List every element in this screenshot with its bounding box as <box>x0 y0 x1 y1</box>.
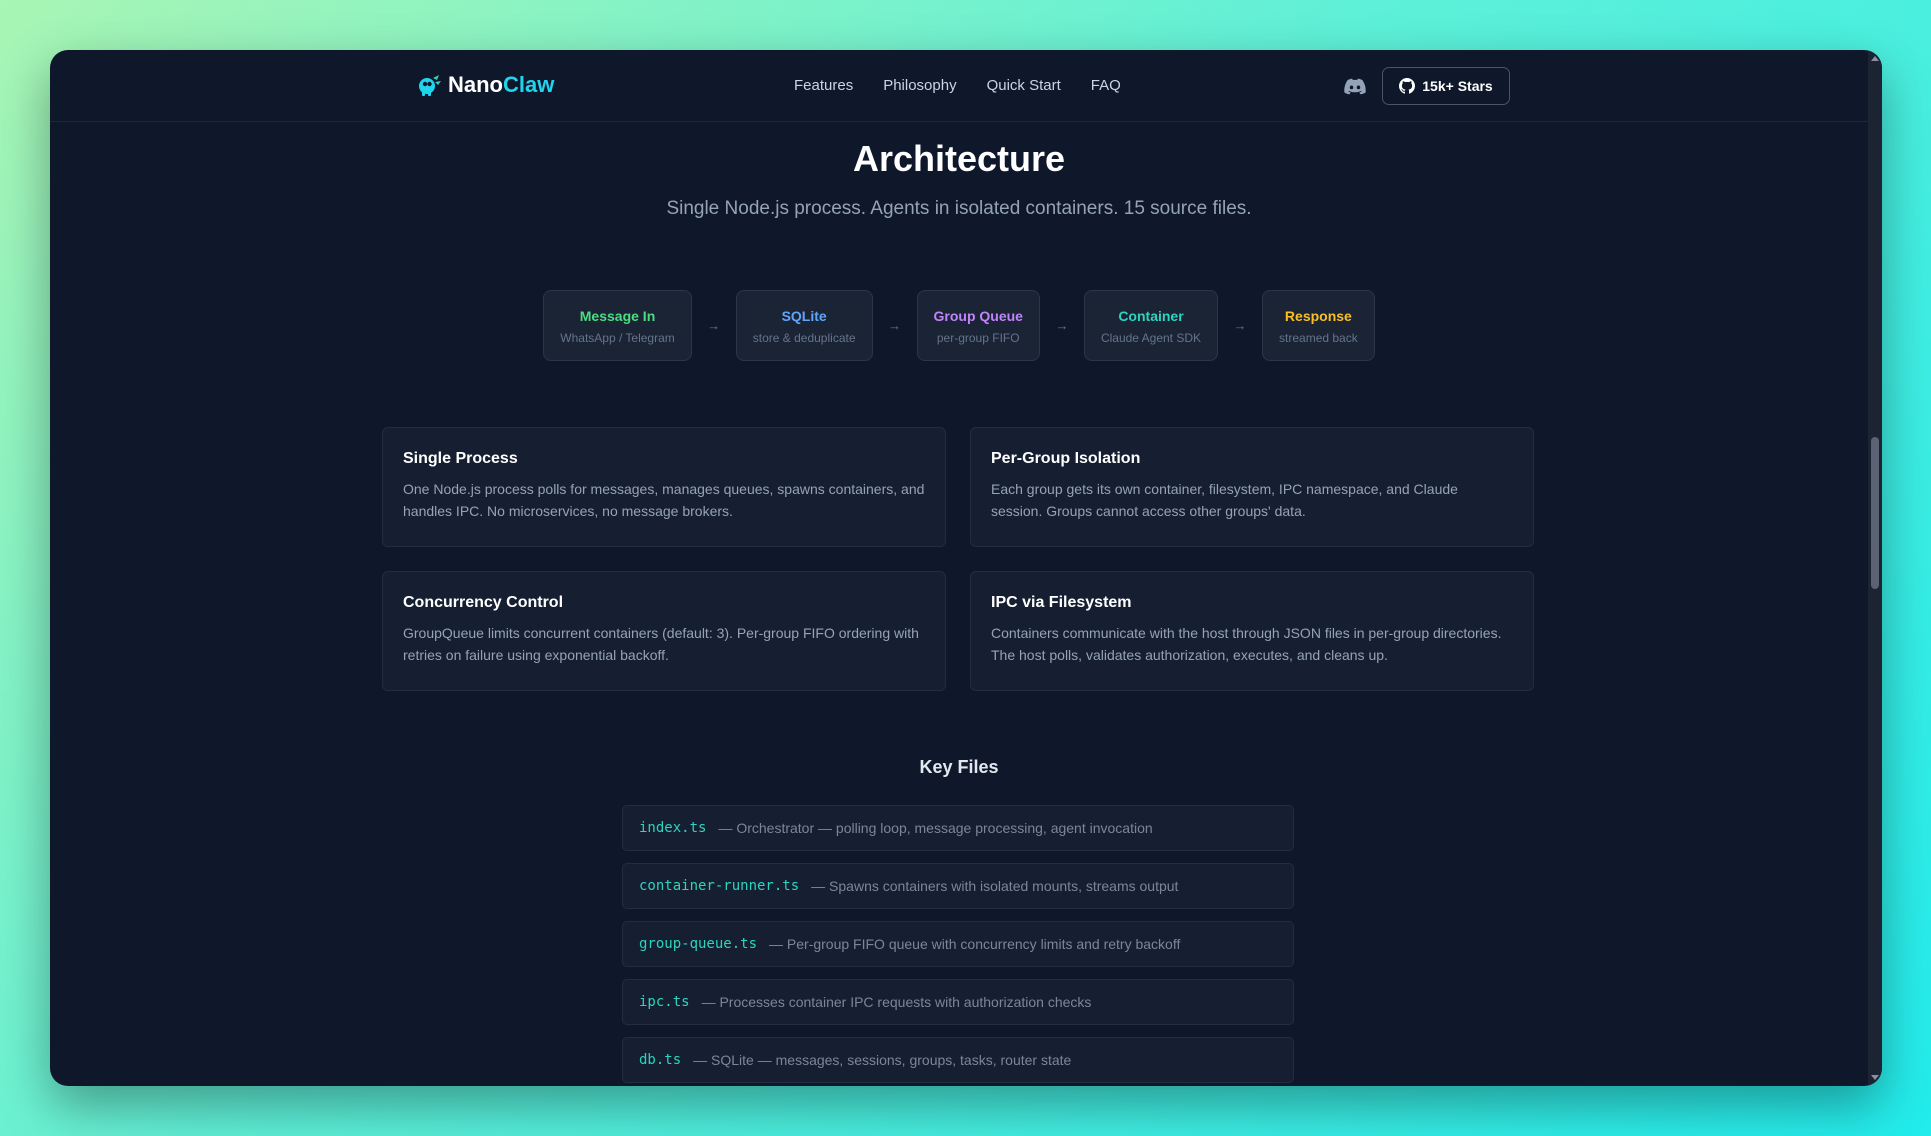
flow-step-name: SQLite <box>781 308 827 324</box>
scrollbar-thumb[interactable] <box>1871 437 1879 589</box>
page-subtitle: Single Node.js process. Agents in isolat… <box>666 198 1252 219</box>
flow-step-response: Response streamed back <box>1262 290 1375 361</box>
vertical-scrollbar[interactable] <box>1868 50 1882 1086</box>
arrow-right-icon: → <box>888 318 901 333</box>
file-desc: — Processes container IPC requests with … <box>701 994 1092 1010</box>
card-title: Concurrency Control <box>403 594 564 611</box>
key-files-list: index.ts — Orchestrator — polling loop, … <box>622 805 1294 1083</box>
arrow-right-icon: → <box>707 318 721 333</box>
card-body: Containers communicate with the host thr… <box>991 625 1502 663</box>
github-stars-button[interactable]: 15k+ Stars <box>1382 67 1510 105</box>
discord-icon[interactable] <box>1344 77 1366 95</box>
flow-step-desc: per-group FIFO <box>936 331 1020 345</box>
card-title: Single Process <box>403 450 518 467</box>
nav-link-faq[interactable]: FAQ <box>1091 77 1121 94</box>
scroll-down-icon[interactable] <box>1871 1075 1879 1080</box>
file-name: ipc.ts <box>639 994 690 1010</box>
github-icon <box>1399 78 1416 94</box>
file-row-container-runner: container-runner.ts — Spawns containers … <box>622 863 1294 909</box>
flow-step-name: Container <box>1118 308 1184 324</box>
scroll-up-icon[interactable] <box>1871 56 1879 61</box>
file-name: db.ts <box>639 1052 682 1068</box>
file-desc: — Spawns containers with isolated mounts… <box>811 878 1179 894</box>
flow-step-name: Group Queue <box>933 308 1023 324</box>
feature-cards: Single Process One Node.js process polls… <box>382 427 1534 691</box>
flow-step-desc: Claude Agent SDK <box>1100 331 1202 345</box>
arrow-right-icon: → <box>1233 318 1247 333</box>
file-desc: — Per-group FIFO queue with concurrency … <box>769 936 1181 952</box>
top-nav: Nano Claw Features Philosophy Quick Start… <box>50 50 1868 122</box>
logo[interactable]: Nano Claw <box>416 72 554 98</box>
card-per-group-isolation: Per-Group Isolation Each group gets its … <box>970 427 1534 547</box>
logo-text-nano: Nano <box>448 72 503 97</box>
file-name: index.ts <box>639 820 707 836</box>
flow-step-message-in: Message In WhatsApp / Telegram <box>543 290 692 361</box>
file-name: group-queue.ts <box>639 936 758 952</box>
card-body: Each group gets its own container, files… <box>991 481 1458 519</box>
card-body: One Node.js process polls for messages, … <box>403 481 925 519</box>
nav-links: Features Philosophy Quick Start FAQ <box>794 77 1121 94</box>
flow-step-container: Container Claude Agent SDK <box>1083 290 1219 361</box>
stars-label: 15k+ Stars <box>1422 78 1493 94</box>
file-name: container-runner.ts <box>639 878 800 894</box>
flow-step-name: Message In <box>579 308 656 324</box>
file-row-ipc: ipc.ts — Processes container IPC request… <box>622 979 1294 1025</box>
card-single-process: Single Process One Node.js process polls… <box>382 427 946 547</box>
file-row-group-queue: group-queue.ts — Per-group FIFO queue wi… <box>622 921 1294 967</box>
card-ipc-via-filesystem: IPC via Filesystem Containers communicat… <box>970 571 1534 691</box>
file-row-db: db.ts — SQLite — messages, sessions, gro… <box>622 1037 1294 1083</box>
card-title: Per-Group Isolation <box>991 450 1141 467</box>
flow-step-desc: WhatsApp / Telegram <box>560 331 675 345</box>
card-concurrency-control: Concurrency Control GroupQueue limits co… <box>382 571 946 691</box>
file-row-index: index.ts — Orchestrator — polling loop, … <box>622 805 1294 851</box>
nav-link-philosophy[interactable]: Philosophy <box>883 77 956 94</box>
logo-text-claw: Claw <box>503 72 555 97</box>
flow-step-sqlite: SQLite store & deduplicate <box>735 290 873 361</box>
browser-window: Nano Claw Features Philosophy Quick Start… <box>50 50 1882 1086</box>
flow-step-name: Response <box>1284 308 1352 324</box>
flow-step-desc: streamed back <box>1279 331 1358 345</box>
page-title: Architecture <box>852 138 1066 179</box>
nav-link-features[interactable]: Features <box>794 77 853 94</box>
file-desc: — SQLite — messages, sessions, groups, t… <box>693 1052 1072 1068</box>
card-title: IPC via Filesystem <box>991 594 1132 611</box>
key-files-heading: Key Files <box>919 757 999 777</box>
architecture-flow: Message In WhatsApp / Telegram → SQLite … <box>50 290 1868 361</box>
flow-step-group-queue: Group Queue per-group FIFO <box>916 290 1040 361</box>
file-desc: — Orchestrator — polling loop, message p… <box>718 820 1153 836</box>
arrow-right-icon: → <box>1055 318 1069 333</box>
nanoclaw-logo-icon <box>419 75 441 96</box>
card-body: GroupQueue limits concurrent containers … <box>403 625 919 663</box>
flow-step-desc: store & deduplicate <box>752 331 856 345</box>
nav-link-quick-start[interactable]: Quick Start <box>987 77 1061 94</box>
